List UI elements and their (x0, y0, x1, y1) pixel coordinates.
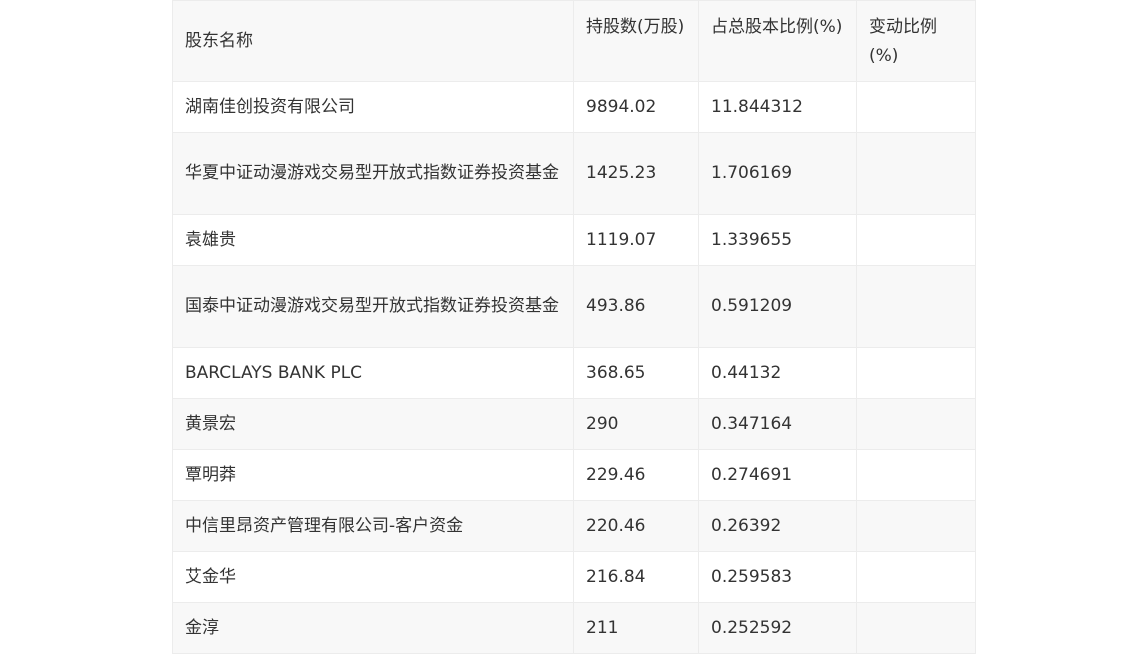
header-shareholder-name: 股东名称 (172, 0, 574, 82)
cell-shareholder-name: 国泰中证动漫游戏交易型开放式指数证券投资基金 (172, 265, 574, 348)
cell-shareholder-name: 中信里昂资产管理有限公司-客户资金 (172, 500, 574, 552)
cell-share-ratio: 11.844312 (698, 81, 857, 133)
cell-change-ratio (856, 398, 976, 450)
cell-share-ratio: 0.591209 (698, 265, 857, 348)
cell-share-ratio: 1.706169 (698, 132, 857, 215)
table-row: 艾金华 216.84 0.259583 (172, 551, 976, 603)
cell-share-ratio: 0.274691 (698, 449, 857, 501)
table-row: 袁雄贵 1119.07 1.339655 (172, 214, 976, 266)
cell-change-ratio (856, 214, 976, 266)
table-row: 湖南佳创投资有限公司 9894.02 11.844312 (172, 81, 976, 133)
cell-shareholder-name: 艾金华 (172, 551, 574, 603)
cell-share-ratio: 0.44132 (698, 347, 857, 399)
cell-shares-held: 220.46 (573, 500, 699, 552)
shareholder-table: 股东名称 持股数(万股) 占总股本比例(%) 变动比例(%) 湖南佳创投资有限公… (172, 0, 976, 654)
cell-share-ratio: 0.26392 (698, 500, 857, 552)
cell-shareholder-name: 覃明莽 (172, 449, 574, 501)
cell-shares-held: 493.86 (573, 265, 699, 348)
cell-shareholder-name: 黄景宏 (172, 398, 574, 450)
shareholder-table-container: 股东名称 持股数(万股) 占总股本比例(%) 变动比例(%) 湖南佳创投资有限公… (172, 0, 976, 654)
header-share-ratio: 占总股本比例(%) (698, 0, 857, 82)
cell-change-ratio (856, 551, 976, 603)
cell-shares-held: 368.65 (573, 347, 699, 399)
table-row: 金淳 211 0.252592 (172, 602, 976, 654)
cell-change-ratio (856, 500, 976, 552)
header-row: 股东名称 持股数(万股) 占总股本比例(%) 变动比例(%) (172, 0, 976, 82)
table-header: 股东名称 持股数(万股) 占总股本比例(%) 变动比例(%) (172, 0, 976, 82)
cell-share-ratio: 1.339655 (698, 214, 857, 266)
cell-share-ratio: 0.259583 (698, 551, 857, 603)
cell-change-ratio (856, 602, 976, 654)
cell-change-ratio (856, 132, 976, 215)
cell-share-ratio: 0.252592 (698, 602, 857, 654)
table-row: 华夏中证动漫游戏交易型开放式指数证券投资基金 1425.23 1.706169 (172, 132, 976, 215)
cell-change-ratio (856, 81, 976, 133)
cell-shares-held: 9894.02 (573, 81, 699, 133)
header-change-ratio: 变动比例(%) (856, 0, 976, 82)
cell-shareholder-name: 华夏中证动漫游戏交易型开放式指数证券投资基金 (172, 132, 574, 215)
cell-shares-held: 1425.23 (573, 132, 699, 215)
cell-shares-held: 1119.07 (573, 214, 699, 266)
cell-change-ratio (856, 347, 976, 399)
cell-shareholder-name: 金淳 (172, 602, 574, 654)
cell-shares-held: 216.84 (573, 551, 699, 603)
cell-shareholder-name: 袁雄贵 (172, 214, 574, 266)
cell-shareholder-name: BARCLAYS BANK PLC (172, 347, 574, 399)
cell-share-ratio: 0.347164 (698, 398, 857, 450)
table-row: 国泰中证动漫游戏交易型开放式指数证券投资基金 493.86 0.591209 (172, 265, 976, 348)
header-shares-held: 持股数(万股) (573, 0, 699, 82)
table-row: 覃明莽 229.46 0.274691 (172, 449, 976, 501)
cell-shares-held: 290 (573, 398, 699, 450)
table-row: BARCLAYS BANK PLC 368.65 0.44132 (172, 347, 976, 399)
cell-change-ratio (856, 265, 976, 348)
cell-change-ratio (856, 449, 976, 501)
table-row: 中信里昂资产管理有限公司-客户资金 220.46 0.26392 (172, 500, 976, 552)
table-row: 黄景宏 290 0.347164 (172, 398, 976, 450)
table-body: 湖南佳创投资有限公司 9894.02 11.844312 华夏中证动漫游戏交易型… (172, 81, 976, 654)
cell-shareholder-name: 湖南佳创投资有限公司 (172, 81, 574, 133)
cell-shares-held: 211 (573, 602, 699, 654)
cell-shares-held: 229.46 (573, 449, 699, 501)
